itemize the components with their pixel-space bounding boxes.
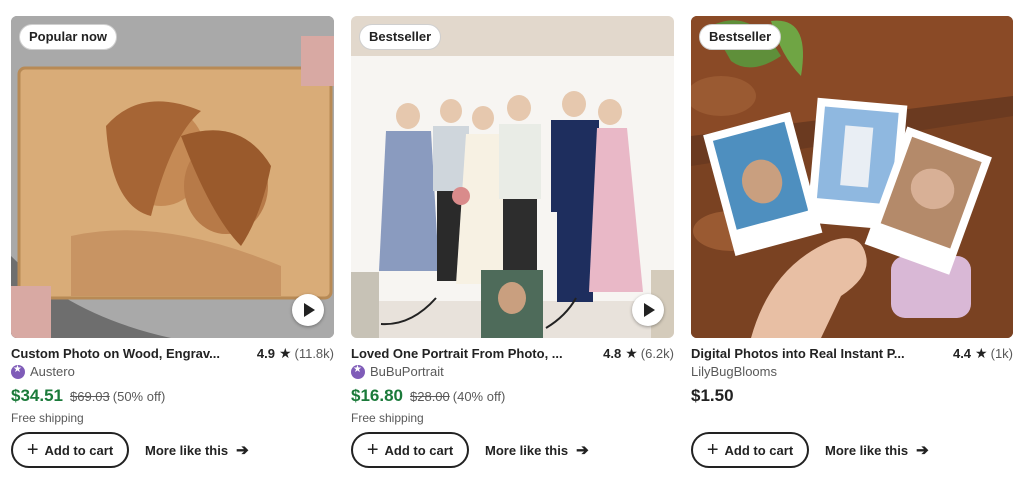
rating: 4.4 ★ (1k) xyxy=(953,346,1013,361)
add-to-cart-label: Add to cart xyxy=(724,442,794,458)
discount: (40% off) xyxy=(452,389,506,404)
plus-icon: + xyxy=(366,439,379,461)
bestseller-badge: Bestseller xyxy=(699,24,782,50)
shop-name[interactable]: BuBuPortrait xyxy=(351,363,674,380)
popular-now-badge: Popular now xyxy=(19,24,117,50)
rating-score: 4.9 xyxy=(256,345,275,361)
shop-label: Austero xyxy=(30,364,75,379)
price-row: $34.51 $69.03 (50% off) xyxy=(11,386,334,408)
star-icon: ★ xyxy=(278,345,292,361)
original-price: $28.00 xyxy=(410,389,450,404)
product-card[interactable]: Bestseller Digital Photos into Real Inst… xyxy=(691,16,1013,468)
rating-score: 4.8 xyxy=(603,345,622,361)
wood-engraved-photo-image xyxy=(11,16,334,338)
product-image[interactable]: Bestseller xyxy=(351,16,674,338)
product-title[interactable]: Custom Photo on Wood, Engrav... xyxy=(11,346,220,361)
product-title[interactable]: Digital Photos into Real Instant P... xyxy=(691,346,905,361)
arrow-right-icon: ➔ xyxy=(236,442,249,459)
play-video-icon[interactable] xyxy=(632,294,664,326)
more-like-this-link[interactable]: More like this ➔ xyxy=(825,441,929,459)
plus-icon: + xyxy=(706,439,719,461)
rating: 4.9 ★ (11.8k) xyxy=(257,346,334,361)
plus-icon: + xyxy=(26,439,39,461)
star-seller-icon xyxy=(351,364,365,379)
arrow-right-icon: ➔ xyxy=(916,442,929,459)
play-video-icon[interactable] xyxy=(292,294,324,326)
more-like-this-label: More like this xyxy=(825,442,909,458)
free-shipping: Free shipping xyxy=(11,411,84,425)
add-to-cart-button[interactable]: + Add to cart xyxy=(691,432,809,468)
free-shipping: Free shipping xyxy=(351,411,424,425)
product-card[interactable]: Popular now Custom Photo on Wood, Engrav… xyxy=(11,16,334,468)
shop-label: LilyBugBlooms xyxy=(691,364,777,379)
add-to-cart-button[interactable]: + Add to cart xyxy=(11,432,129,468)
product-title[interactable]: Loved One Portrait From Photo, ... xyxy=(351,346,563,361)
price: $1.50 xyxy=(691,386,734,405)
shop-name[interactable]: LilyBugBlooms xyxy=(691,363,1013,380)
review-count: (1k) xyxy=(990,345,1013,361)
more-like-this-label: More like this xyxy=(145,442,229,458)
rating-score: 4.4 xyxy=(952,345,972,361)
star-icon: ★ xyxy=(975,345,988,361)
price-row: $1.50 xyxy=(691,386,1013,408)
rating: 4.8 ★ (6.2k) xyxy=(603,346,674,361)
star-icon: ★ xyxy=(625,345,638,361)
more-like-this-link[interactable]: More like this ➔ xyxy=(145,441,249,459)
more-like-this-label: More like this xyxy=(485,442,569,458)
sale-price: $34.51 xyxy=(11,386,63,405)
star-seller-icon xyxy=(11,364,25,379)
family-portrait-illustration-image xyxy=(351,16,674,338)
shop-name[interactable]: Austero xyxy=(11,363,334,380)
product-image[interactable]: Popular now xyxy=(11,16,334,338)
sale-price: $16.80 xyxy=(351,386,403,405)
add-to-cart-label: Add to cart xyxy=(384,442,454,458)
review-count: (11.8k) xyxy=(294,345,335,361)
add-to-cart-label: Add to cart xyxy=(44,442,114,458)
product-image[interactable]: Bestseller xyxy=(691,16,1013,338)
shop-label: BuBuPortrait xyxy=(370,364,444,379)
add-to-cart-button[interactable]: + Add to cart xyxy=(351,432,469,468)
product-card[interactable]: Bestseller Loved One Portrait From Photo… xyxy=(351,16,674,468)
original-price: $69.03 xyxy=(70,389,110,404)
discount: (50% off) xyxy=(112,389,166,404)
more-like-this-link[interactable]: More like this ➔ xyxy=(485,441,589,459)
review-count: (6.2k) xyxy=(640,345,674,361)
price-row: $16.80 $28.00 (40% off) xyxy=(351,386,674,408)
arrow-right-icon: ➔ xyxy=(576,442,589,459)
bestseller-badge: Bestseller xyxy=(359,24,442,50)
instant-photo-prints-image xyxy=(691,16,1013,338)
